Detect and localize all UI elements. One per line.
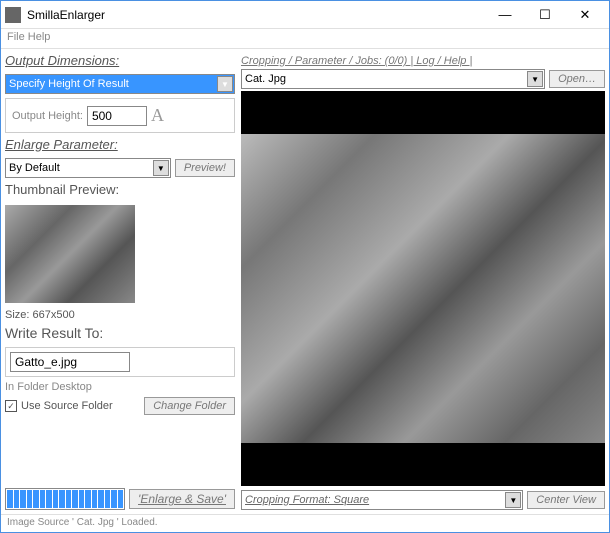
crop-format-value: Cropping Format: Square [245, 494, 369, 506]
specify-mode-value: Specify Height Of Result [9, 78, 129, 90]
statusbar: Image Source ' Cat. Jpg ' Loaded. [1, 514, 609, 532]
left-panel: Output Dimensions: Specify Height Of Res… [5, 53, 235, 510]
minimize-button[interactable]: — [485, 2, 525, 28]
chevron-down-icon[interactable]: ▼ [217, 76, 233, 92]
tabs-row[interactable]: Cropping / Parameter / Jobs: (0/0) | Log… [241, 53, 605, 69]
output-height-input[interactable] [87, 106, 147, 126]
preview-button[interactable]: Preview! [175, 159, 235, 177]
crop-format-combo[interactable]: Cropping Format: Square ▼ [241, 490, 523, 510]
preview-area[interactable] [241, 91, 605, 486]
write-result-label: Write Result To: [5, 325, 235, 341]
output-dimensions-label: Output Dimensions: [5, 53, 235, 68]
change-folder-button[interactable]: Change Folder [144, 397, 235, 415]
write-result-box [5, 347, 235, 377]
current-file-value: Cat. Jpg [245, 73, 286, 85]
param-mode-combo[interactable]: By Default ▼ [5, 158, 171, 178]
open-button[interactable]: Open… [549, 70, 605, 88]
app-icon [5, 7, 21, 23]
param-mode-value: By Default [9, 162, 60, 174]
chevron-down-icon[interactable]: ▼ [527, 71, 543, 87]
app-window: SmillaEnlarger — ☐ ✕ File Help Output Di… [0, 0, 610, 533]
chevron-down-icon[interactable]: ▼ [505, 492, 521, 508]
specify-mode-combo[interactable]: Specify Height Of Result ▼ [5, 74, 235, 94]
thumbnail-image [5, 205, 135, 303]
in-folder-text: In Folder Desktop [5, 381, 235, 393]
enlarge-parameter-label: Enlarge Parameter: [5, 137, 235, 152]
progress-bar [5, 488, 125, 510]
right-panel: Cropping / Parameter / Jobs: (0/0) | Log… [241, 53, 605, 510]
checkbox-icon: ✓ [5, 400, 17, 412]
output-height-label: Output Height: [12, 110, 83, 122]
thumbnail-preview-label: Thumbnail Preview: [5, 182, 235, 197]
content-area: Output Dimensions: Specify Height Of Res… [1, 49, 609, 514]
text-icon: A [151, 105, 164, 126]
output-filename-input[interactable] [10, 352, 130, 372]
current-file-combo[interactable]: Cat. Jpg ▼ [241, 69, 545, 89]
maximize-button[interactable]: ☐ [525, 2, 565, 28]
use-source-folder-label: Use Source Folder [21, 400, 113, 412]
window-title: SmillaEnlarger [27, 8, 485, 22]
preview-image [241, 134, 605, 442]
use-source-folder-checkbox[interactable]: ✓ Use Source Folder [5, 400, 113, 412]
enlarge-save-button[interactable]: 'Enlarge & Save' [129, 489, 235, 509]
titlebar: SmillaEnlarger — ☐ ✕ [1, 1, 609, 29]
thumbnail-size-text: Size: 667x500 [5, 309, 235, 321]
close-button[interactable]: ✕ [565, 2, 605, 28]
output-height-box: Output Height: A [5, 98, 235, 133]
chevron-down-icon[interactable]: ▼ [153, 160, 169, 176]
menubar[interactable]: File Help [1, 29, 609, 49]
center-view-button[interactable]: Center View [527, 491, 605, 509]
